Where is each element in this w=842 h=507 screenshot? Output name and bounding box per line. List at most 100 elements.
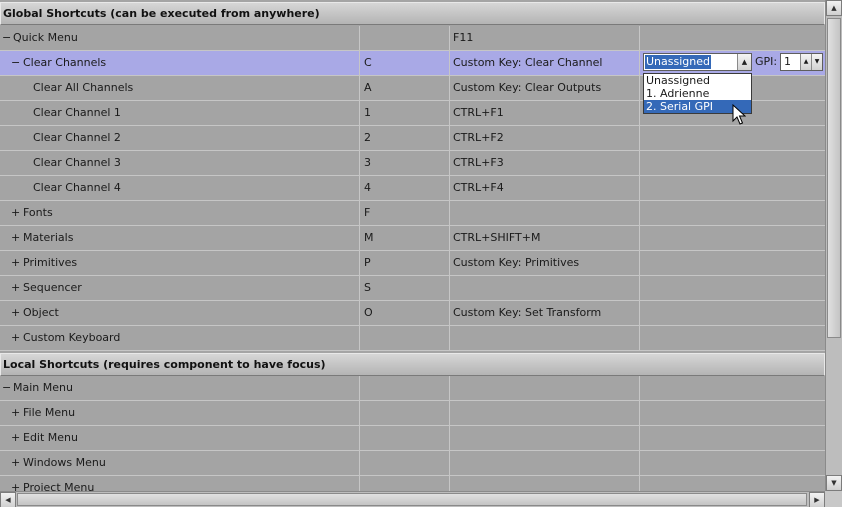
shortcut-row[interactable]: + Materials M CTRL+SHIFT+M (0, 226, 825, 251)
scroll-down-icon[interactable]: ▼ (826, 475, 842, 491)
name-cell: Clear Channel 1 (0, 101, 360, 125)
gpi-source-combobox[interactable]: Unassigned ▲ (643, 53, 752, 71)
action-cell[interactable] (450, 476, 640, 491)
gpi-cell[interactable] (640, 451, 825, 475)
key-cell[interactable]: P (360, 251, 450, 275)
scrollbar-corner (825, 491, 842, 507)
key-cell[interactable]: A (360, 76, 450, 100)
key-cell[interactable]: O (360, 301, 450, 325)
key-cell[interactable]: 3 (360, 151, 450, 175)
expand-icon[interactable]: + (11, 476, 20, 491)
action-cell[interactable]: CTRL+F4 (450, 176, 640, 200)
spin-up-icon[interactable]: ▲ (800, 54, 811, 70)
spin-down-icon[interactable]: ▼ (811, 54, 822, 70)
key-cell[interactable]: M (360, 226, 450, 250)
key-cell[interactable] (360, 426, 450, 450)
mouse-pointer-icon (732, 104, 746, 125)
key-cell[interactable]: 4 (360, 176, 450, 200)
action-cell[interactable] (450, 326, 640, 350)
dropdown-option[interactable]: 1. Adrienne (644, 87, 751, 100)
combo-arrow-icon[interactable]: ▲ (737, 54, 751, 70)
name-cell: Clear All Channels (0, 76, 360, 100)
gpi-cell[interactable] (640, 376, 825, 400)
shortcut-row[interactable]: + Sequencer S (0, 276, 825, 301)
gpi-cell[interactable] (640, 151, 825, 175)
key-cell[interactable] (360, 401, 450, 425)
key-cell[interactable] (360, 326, 450, 350)
dropdown-option[interactable]: Unassigned (644, 74, 751, 87)
gpi-cell[interactable] (640, 226, 825, 250)
action-cell[interactable]: Custom Key: Clear Channel (450, 51, 640, 75)
gpi-cell[interactable] (640, 301, 825, 325)
horizontal-scrollbar[interactable]: ◀ ▶ (0, 491, 825, 507)
action-cell[interactable]: Custom Key: Set Transform (450, 301, 640, 325)
shortcut-row[interactable]: + Object O Custom Key: Set Transform (0, 301, 825, 326)
expand-icon[interactable]: + (11, 451, 20, 475)
key-cell[interactable]: 2 (360, 126, 450, 150)
shortcut-row[interactable]: + Project Menu (0, 476, 825, 491)
gpi-cell[interactable] (640, 476, 825, 491)
key-cell[interactable] (360, 26, 450, 50)
action-cell[interactable]: Custom Key: Clear Outputs (450, 76, 640, 100)
shortcut-row[interactable]: + File Menu (0, 401, 825, 426)
gpi-cell[interactable] (640, 276, 825, 300)
gpi-cell[interactable] (640, 326, 825, 350)
action-cell[interactable]: Custom Key: Primitives (450, 251, 640, 275)
vertical-scroll-thumb[interactable] (827, 18, 841, 338)
vertical-scrollbar[interactable]: ▲ ▼ (825, 0, 842, 491)
gpi-cell[interactable] (640, 426, 825, 450)
action-cell[interactable] (450, 451, 640, 475)
shortcut-row[interactable]: Clear Channel 2 2 CTRL+F2 (0, 126, 825, 151)
expand-icon[interactable]: + (11, 226, 20, 250)
action-cell[interactable]: CTRL+F2 (450, 126, 640, 150)
action-cell[interactable]: F11 (450, 26, 640, 50)
gpi-cell[interactable] (640, 251, 825, 275)
action-cell[interactable] (450, 401, 640, 425)
key-cell[interactable]: C (360, 51, 450, 75)
shortcut-row[interactable]: + Fonts F (0, 201, 825, 226)
expand-icon[interactable]: + (11, 301, 20, 325)
expand-icon[interactable]: + (11, 251, 20, 275)
gpi-cell[interactable] (640, 176, 825, 200)
expand-icon[interactable]: + (11, 426, 20, 450)
name-cell: Clear Channel 4 (0, 176, 360, 200)
action-cell[interactable] (450, 276, 640, 300)
scroll-left-icon[interactable]: ◀ (0, 492, 16, 507)
action-cell[interactable]: CTRL+F1 (450, 101, 640, 125)
shortcut-row[interactable]: + Edit Menu (0, 426, 825, 451)
shortcut-row[interactable]: + Custom Keyboard (0, 326, 825, 351)
expand-icon[interactable]: + (11, 401, 20, 425)
shortcut-row[interactable]: + Windows Menu (0, 451, 825, 476)
scroll-right-icon[interactable]: ▶ (809, 492, 825, 507)
action-cell[interactable] (450, 426, 640, 450)
action-cell[interactable] (450, 376, 640, 400)
action-cell[interactable] (450, 201, 640, 225)
gpi-number-stepper[interactable]: 1 ▲ ▼ (780, 53, 823, 71)
gpi-cell[interactable] (640, 401, 825, 425)
key-cell[interactable] (360, 376, 450, 400)
shortcut-row[interactable]: + Primitives P Custom Key: Primitives (0, 251, 825, 276)
collapse-icon[interactable]: − (2, 376, 11, 400)
shortcut-row[interactable]: Clear Channel 3 3 CTRL+F3 (0, 151, 825, 176)
collapse-icon[interactable]: − (2, 26, 11, 50)
key-cell[interactable]: F (360, 201, 450, 225)
shortcut-row[interactable]: Clear Channel 4 4 CTRL+F4 (0, 176, 825, 201)
shortcut-row[interactable]: − Main Menu (0, 376, 825, 401)
expand-icon[interactable]: + (11, 276, 20, 300)
key-cell[interactable] (360, 476, 450, 491)
expand-icon[interactable]: + (11, 201, 20, 225)
collapse-icon[interactable]: − (11, 51, 20, 75)
horizontal-scroll-thumb[interactable] (17, 493, 807, 506)
action-cell[interactable]: CTRL+SHIFT+M (450, 226, 640, 250)
gpi-cell[interactable] (640, 126, 825, 150)
expand-icon[interactable]: + (11, 326, 20, 350)
key-cell[interactable] (360, 451, 450, 475)
key-cell[interactable]: 1 (360, 101, 450, 125)
scroll-up-icon[interactable]: ▲ (826, 0, 842, 16)
gpi-cell[interactable] (640, 26, 825, 50)
gpi-cell[interactable] (640, 201, 825, 225)
shortcut-row[interactable]: − Quick Menu F11 (0, 26, 825, 51)
shortcut-name: Main Menu (13, 381, 73, 394)
action-cell[interactable]: CTRL+F3 (450, 151, 640, 175)
key-cell[interactable]: S (360, 276, 450, 300)
